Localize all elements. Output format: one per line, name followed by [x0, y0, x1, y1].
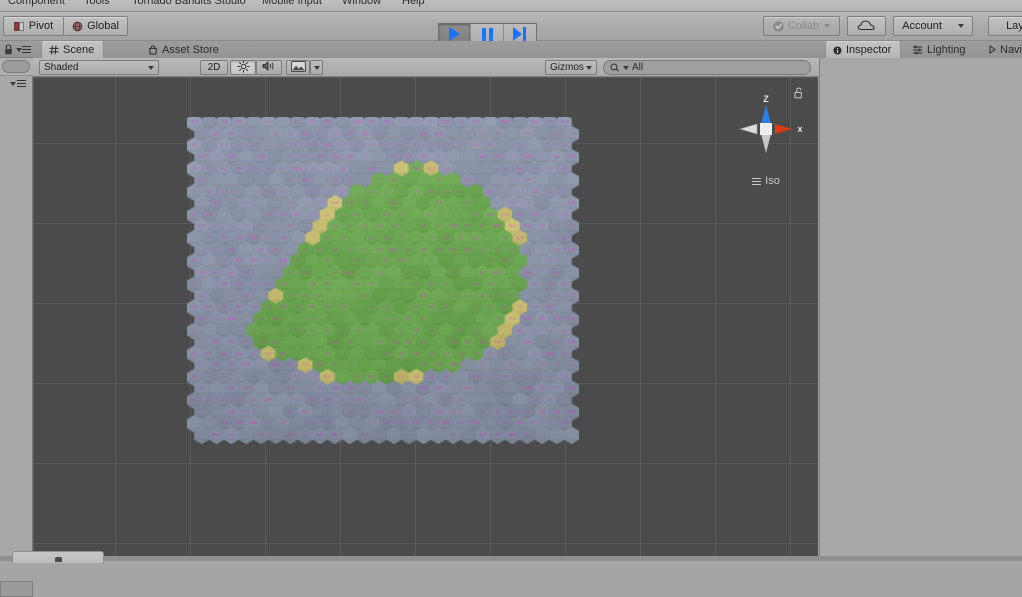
shading-mode-dropdown[interactable]: Shaded — [39, 60, 159, 75]
scene-toolbar: Shaded 2D Gizmos All — [33, 58, 819, 77]
image-fx-icon — [290, 60, 306, 75]
tab-inspector[interactable]: Inspector — [825, 41, 902, 58]
lock-icon[interactable] — [4, 44, 13, 58]
search-icon — [610, 63, 621, 73]
collab-label: Collab — [787, 20, 820, 32]
grid-hash-icon — [49, 45, 59, 55]
axis-z-label: Z — [763, 94, 769, 104]
scene-view-gizmo[interactable]: Z x Iso — [720, 83, 812, 191]
chevron-down-icon — [957, 24, 964, 28]
scene-viewport[interactable]: Z x Iso — [33, 77, 818, 556]
scene-panel: Scene Asset Store Shaded 2D Gizmos All Z… — [33, 41, 819, 556]
hierarchy-list[interactable] — [0, 76, 33, 556]
pivot-toggle-button[interactable]: Pivot — [3, 16, 64, 36]
tab-navigation-label: Navig — [1000, 43, 1022, 56]
hamburger-menu-icon[interactable] — [17, 80, 26, 87]
toggle-2d-button[interactable]: 2D — [200, 60, 228, 75]
grid-line-horizontal — [33, 543, 818, 544]
cloud-icon — [857, 19, 876, 34]
sun-icon — [236, 59, 250, 76]
hierarchy-scroll-thumb[interactable] — [0, 581, 33, 597]
info-circle-icon — [833, 46, 842, 55]
hamburger-menu-icon — [752, 177, 762, 185]
scene-effects-toggle[interactable] — [286, 60, 310, 75]
play-icon — [449, 27, 461, 41]
project-tab-icon — [55, 557, 62, 562]
scene-tab-bar: Scene Asset Store — [33, 41, 819, 58]
layers-label: Laye — [1006, 20, 1022, 32]
tab-inspector-label: Inspector — [846, 44, 892, 56]
inspector-tab-bar: Inspector Lighting Navig — [819, 41, 1022, 58]
scene-search-input[interactable]: All — [603, 60, 811, 75]
scene-effects-dropdown[interactable] — [310, 60, 323, 75]
grid-line-vertical — [115, 77, 116, 556]
grid-line-vertical — [715, 77, 716, 556]
gizmos-dropdown[interactable]: Gizmos — [545, 60, 597, 75]
navigation-icon — [989, 45, 996, 54]
menu-item-mobile-input[interactable]: Mobile Input — [262, 0, 322, 7]
projection-mode-toggle[interactable]: Iso — [720, 175, 812, 187]
chevron-down-icon — [313, 65, 320, 70]
chevron-down-icon — [148, 65, 154, 70]
menu-item-window[interactable]: Window — [342, 0, 381, 7]
menu-item-tornado-bandits-studio[interactable]: Tornado Bandits Studio — [132, 0, 246, 7]
menu-item-component[interactable]: Component — [8, 0, 65, 7]
account-label: Account — [902, 20, 942, 32]
menu-bar: Component Tools Tornado Bandits Studio Mobi… — [0, 0, 1022, 12]
hierarchy-tab-row — [0, 41, 33, 58]
grid-line-horizontal — [33, 463, 818, 464]
main-toolbar: Pivot Global Collab Account Lay — [0, 12, 1022, 45]
inspector-panel: Inspector Lighting Navig — [819, 41, 1022, 556]
chevron-down-icon — [623, 65, 629, 70]
scene-search-value: All — [632, 62, 644, 73]
mode-2d-label: 2D — [207, 62, 221, 73]
grid-line-vertical — [640, 77, 641, 556]
tab-navigation[interactable]: Navig — [982, 41, 1022, 58]
global-label: Global — [87, 20, 119, 32]
grid-line-vertical — [33, 77, 34, 556]
speaker-icon — [262, 60, 276, 75]
tab-scene-label: Scene — [63, 44, 95, 56]
hierarchy-toolbar — [0, 58, 33, 76]
cloud-services-button[interactable] — [847, 16, 886, 36]
chevron-down-icon — [586, 65, 592, 70]
scene-audio-toggle[interactable] — [256, 60, 282, 75]
hex-terrain-map[interactable] — [187, 117, 579, 444]
hamburger-menu-icon[interactable] — [22, 46, 31, 53]
shading-mode-label: Shaded — [44, 62, 79, 73]
account-dropdown-button[interactable]: Account — [893, 16, 973, 36]
collab-button[interactable]: Collab — [763, 16, 840, 36]
hierarchy-search-input[interactable] — [2, 60, 30, 73]
step-icon — [513, 27, 527, 41]
axis-gizmo[interactable]: Z x — [720, 93, 812, 165]
collab-check-icon — [773, 21, 784, 32]
hierarchy-panel — [0, 41, 33, 597]
global-toggle-button[interactable]: Global — [64, 16, 128, 36]
tab-lighting[interactable]: Lighting — [905, 41, 975, 58]
globe-icon — [72, 21, 83, 32]
chevron-down-icon — [824, 24, 831, 28]
pivot-label: Pivot — [28, 20, 54, 32]
layers-dropdown-button[interactable]: Laye — [988, 16, 1022, 36]
menu-item-tools[interactable]: Tools — [84, 0, 110, 7]
tab-lighting-label: Lighting — [927, 43, 966, 56]
store-bag-icon — [148, 44, 158, 55]
scene-lighting-toggle[interactable] — [230, 59, 256, 76]
tab-scene[interactable]: Scene — [41, 41, 105, 58]
grid-line-horizontal — [33, 77, 818, 78]
bottom-dock-strip — [0, 556, 1022, 561]
pause-icon — [481, 27, 493, 41]
tab-asset-store[interactable]: Asset Store — [141, 41, 228, 58]
menu-item-help[interactable]: Help — [402, 0, 425, 7]
inspector-content — [819, 58, 1022, 556]
gizmos-label: Gizmos — [550, 62, 584, 73]
chevron-down-icon[interactable] — [10, 82, 16, 86]
axis-x-label: x — [797, 124, 802, 134]
tab-asset-store-label: Asset Store — [162, 43, 219, 56]
lighting-sliders-icon — [912, 45, 923, 55]
project-panel-tab[interactable] — [12, 551, 104, 563]
pivot-icon — [13, 21, 25, 32]
projection-label: Iso — [765, 175, 780, 187]
